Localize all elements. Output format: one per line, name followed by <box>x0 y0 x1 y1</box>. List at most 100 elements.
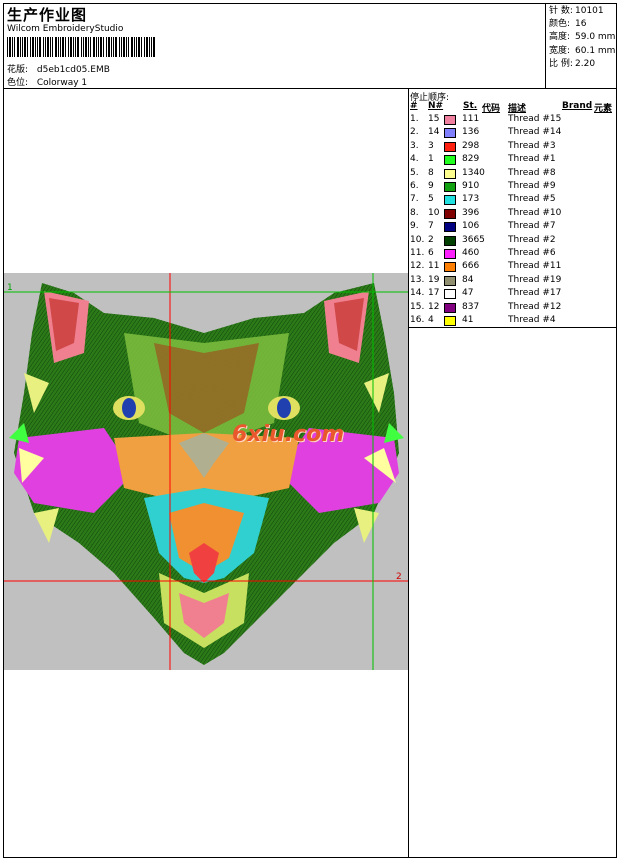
color-swatch <box>444 195 456 206</box>
row-description: Thread #4 <box>508 315 556 325</box>
row-stitches: 910 <box>462 181 480 191</box>
color-swatch <box>444 182 456 192</box>
row-index: 9. <box>410 221 419 232</box>
design-file-value: d5eb1cd05.EMB <box>36 65 110 75</box>
embroidery-design <box>4 273 408 670</box>
row-index: 14. <box>410 288 425 299</box>
col-stitches: St. <box>463 101 478 111</box>
row-needle: 4 <box>428 315 434 325</box>
row-needle: 3 <box>428 140 434 151</box>
row-needle: 9 <box>428 181 434 191</box>
row-needle: 11 <box>428 261 440 272</box>
row-stitches: 47 <box>462 288 474 299</box>
color-swatch <box>444 235 456 246</box>
row-index: 5. <box>410 167 419 178</box>
row-index: 7. <box>410 194 419 205</box>
color-swatch <box>444 222 456 233</box>
row-description: Thread #19 <box>508 274 562 285</box>
row-index: 16. <box>410 315 425 325</box>
row-index: 10. <box>410 234 425 245</box>
row-stitches: 84 <box>462 274 474 285</box>
watermark: 6xiu.com <box>232 422 345 447</box>
color-swatch <box>444 168 456 179</box>
row-description: Thread #9 <box>508 181 556 191</box>
row-description: Thread #15 <box>508 114 562 124</box>
row-description: Thread #5 <box>508 194 556 205</box>
row-stitches: 173 <box>462 194 480 205</box>
stat-stitches: 针 数: 10101 <box>549 6 604 16</box>
color-swatch <box>444 302 456 313</box>
col-element: 元素 <box>594 104 613 114</box>
barcode <box>7 37 155 57</box>
row-stitches: 396 <box>462 207 480 218</box>
design-file-label: 花版: <box>7 65 29 75</box>
color-swatch <box>444 155 456 166</box>
row-stitches: 829 <box>462 154 480 165</box>
color-swatch <box>444 115 456 125</box>
start-marker: 1 <box>7 283 13 293</box>
row-needle: 15 <box>428 114 440 124</box>
row-needle: 7 <box>428 221 434 232</box>
row-stitches: 298 <box>462 140 480 151</box>
row-needle: 6 <box>428 248 434 258</box>
row-description: Thread #3 <box>508 140 556 151</box>
row-description: Thread #2 <box>508 234 556 245</box>
color-swatch <box>444 262 456 273</box>
row-index: 8. <box>410 207 419 218</box>
row-stitches: 837 <box>462 301 480 312</box>
row-stitches: 41 <box>462 315 474 325</box>
stat-height: 高度: 59.0 mm <box>549 32 616 43</box>
color-swatch <box>444 289 456 300</box>
row-description: Thread #17 <box>508 288 562 299</box>
color-swatch <box>444 141 456 152</box>
row-index: 6. <box>410 181 419 191</box>
row-needle: 10 <box>428 207 440 218</box>
table-row: 6. 9 910 Thread #9 <box>410 181 615 194</box>
row-needle: 19 <box>428 274 440 285</box>
header-divider <box>3 88 617 89</box>
table-row: 14. 17 47 Thread #17 <box>410 288 615 301</box>
color-swatch <box>444 208 456 219</box>
table-row: 11. 6 460 Thread #6 <box>410 248 615 261</box>
color-swatch <box>444 275 456 286</box>
row-stitches: 136 <box>462 127 480 138</box>
color-swatch <box>444 316 456 326</box>
row-description: Thread #14 <box>508 127 562 138</box>
color-swatch <box>444 128 456 139</box>
table-row: 13. 19 84 Thread #19 <box>410 275 615 288</box>
table-row: 4. 1 829 Thread #1 <box>410 154 615 167</box>
stats-panel: 针 数: 10101 颜色: 16 高度: 59.0 mm 宽度: 60.1 mm 比 … <box>549 5 615 71</box>
colorway-label: 色位: <box>7 78 29 88</box>
table-divider <box>408 88 409 858</box>
table-row: 16. 4 41 Thread #4 <box>410 315 615 328</box>
row-index: 12. <box>410 261 425 272</box>
table-row: 2. 14 136 Thread #14 <box>410 127 615 140</box>
row-description: Thread #7 <box>508 221 556 232</box>
row-index: 4. <box>410 154 419 165</box>
row-stitches: 3665 <box>462 234 485 245</box>
row-index: 3. <box>410 140 419 151</box>
col-n: N# <box>428 101 444 111</box>
row-needle: 14 <box>428 127 440 138</box>
design-file-row: 花版: d5eb1cd05.EMB <box>7 62 110 75</box>
row-description: Thread #1 <box>508 154 556 165</box>
row-index: 11. <box>410 248 425 258</box>
table-row: 15. 12 837 Thread #12 <box>410 302 615 315</box>
row-index: 1. <box>410 114 419 124</box>
table-row: 9. 7 106 Thread #7 <box>410 221 615 234</box>
row-description: Thread #10 <box>508 207 562 218</box>
software-name: Wilcom EmbroideryStudio <box>7 24 124 34</box>
col-brand: Brand <box>562 101 593 111</box>
row-index: 2. <box>410 127 419 138</box>
row-needle: 8 <box>428 167 434 178</box>
table-row: 1. 15 111 Thread #15 <box>410 114 615 127</box>
row-description: Thread #8 <box>508 167 556 178</box>
table-row: 3. 3 298 Thread #3 <box>410 141 615 154</box>
row-needle: 12 <box>428 301 440 312</box>
row-stitches: 1340 <box>462 167 485 178</box>
col-num: # <box>410 101 418 111</box>
colorway-value: Colorway 1 <box>36 78 88 88</box>
table-row: 10. 2 3665 Thread #2 <box>410 235 615 248</box>
row-index: 13. <box>410 274 425 285</box>
table-row: 5. 8 1340 Thread #8 <box>410 168 615 181</box>
